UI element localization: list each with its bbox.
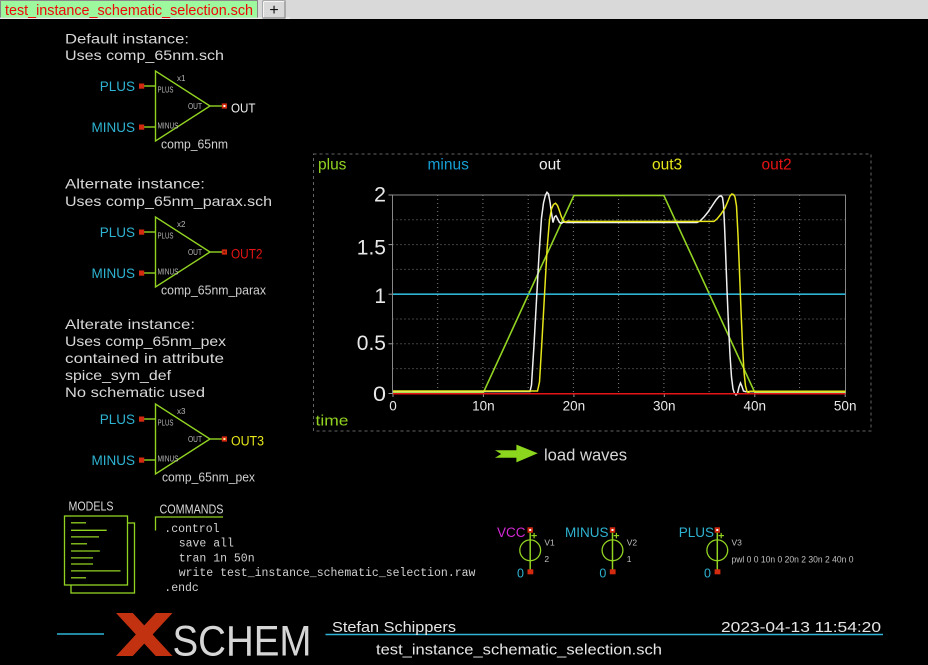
svg-text:MINUS: MINUS (158, 122, 179, 131)
svg-text:0: 0 (389, 399, 397, 414)
svg-text:SCHEM: SCHEM (173, 619, 312, 665)
svg-text:50n: 50n (834, 399, 857, 414)
svg-text:40n: 40n (744, 399, 767, 414)
svg-text:VCC: VCC (497, 525, 526, 540)
svg-text:1: 1 (374, 285, 386, 308)
svg-text:pwl 0 0 10n 0 20n 2 30n 2 40n: pwl 0 0 10n 0 20n 2 30n 2 40n 0 (732, 555, 854, 565)
svg-text:2: 2 (374, 184, 386, 207)
svg-text:0: 0 (599, 567, 606, 581)
svg-text:OUT: OUT (188, 435, 202, 444)
svg-text:write test_instance_schematic_: write test_instance_schematic_selection.… (179, 567, 476, 580)
svg-text:V3: V3 (732, 537, 743, 547)
svg-text:.endc: .endc (164, 582, 199, 595)
svg-text:20n: 20n (563, 399, 586, 414)
svg-text:contained in attribute: contained in attribute (65, 350, 224, 366)
svg-text:out2: out2 (762, 157, 792, 174)
svg-text:1: 1 (627, 554, 632, 564)
svg-text:Alterate instance:: Alterate instance: (65, 316, 195, 332)
svg-text:2: 2 (544, 554, 549, 564)
svg-text:time: time (316, 413, 349, 430)
svg-text:load waves: load waves (544, 446, 627, 465)
svg-text:out: out (539, 157, 561, 174)
svg-text:out3: out3 (652, 157, 682, 174)
svg-text:test_instance_schematic_select: test_instance_schematic_selection.sch (5, 2, 253, 19)
svg-text:Alternate instance:: Alternate instance: (65, 176, 205, 192)
svg-text:10n: 10n (472, 399, 495, 414)
svg-text:Stefan Schippers: Stefan Schippers (332, 619, 456, 636)
svg-text:PLUS: PLUS (100, 412, 135, 427)
svg-text:MINUS: MINUS (92, 120, 136, 135)
svg-text:30n: 30n (653, 399, 676, 414)
svg-text:MINUS: MINUS (565, 525, 609, 540)
svg-text:PLUS: PLUS (158, 232, 174, 241)
svg-text:Default instance:: Default instance: (65, 31, 189, 47)
svg-text:OUT: OUT (231, 102, 256, 116)
svg-text:plus: plus (318, 157, 347, 174)
svg-text:PLUS: PLUS (100, 225, 135, 240)
svg-text:0: 0 (373, 383, 386, 406)
svg-text:comp_65nm: comp_65nm (161, 137, 228, 152)
svg-text:save all: save all (179, 538, 234, 551)
svg-text:+: + (269, 2, 278, 19)
svg-text:OUT: OUT (188, 102, 202, 111)
svg-text:x2: x2 (177, 220, 186, 229)
svg-text:OUT3: OUT3 (231, 434, 264, 449)
svg-text:comp_65nm_parax: comp_65nm_parax (161, 283, 266, 298)
svg-text:test_instance_schematic_select: test_instance_schematic_selection.sch (376, 642, 662, 659)
svg-text:Uses comp_65nm_pex: Uses comp_65nm_pex (65, 333, 226, 349)
svg-text:COMMANDS: COMMANDS (160, 503, 224, 517)
svg-text:spice_sym_def: spice_sym_def (65, 367, 171, 383)
svg-text:No schematic used: No schematic used (65, 384, 205, 400)
svg-text:0: 0 (517, 567, 524, 581)
svg-text:1.5: 1.5 (357, 237, 386, 260)
svg-text:0: 0 (704, 567, 711, 581)
svg-text:PLUS: PLUS (100, 79, 135, 94)
svg-text:MODELS: MODELS (69, 500, 114, 514)
svg-text:0.5: 0.5 (357, 332, 386, 355)
svg-text:MINUS: MINUS (158, 268, 179, 277)
svg-text:minus: minus (428, 157, 470, 174)
svg-text:PLUS: PLUS (679, 525, 714, 540)
svg-text:Uses comp_65nm_parax.sch: Uses comp_65nm_parax.sch (65, 193, 272, 209)
svg-text:Uses comp_65nm.sch: Uses comp_65nm.sch (65, 47, 224, 63)
svg-text:MINUS: MINUS (92, 266, 136, 281)
svg-text:x1: x1 (177, 74, 186, 83)
svg-text:V2: V2 (627, 537, 638, 547)
svg-text:2023-04-13 11:54:20: 2023-04-13 11:54:20 (721, 619, 881, 636)
svg-text:x3: x3 (177, 407, 186, 416)
svg-text:PLUS: PLUS (158, 419, 174, 428)
svg-text:.control: .control (164, 523, 219, 536)
svg-text:MINUS: MINUS (92, 453, 136, 468)
svg-text:PLUS: PLUS (158, 86, 174, 95)
svg-text:comp_65nm_pex: comp_65nm_pex (162, 470, 255, 485)
svg-text:OUT: OUT (188, 248, 202, 257)
svg-text:MINUS: MINUS (158, 455, 179, 464)
svg-text:V1: V1 (544, 537, 555, 547)
svg-text:tran 1n 50n: tran 1n 50n (179, 552, 255, 565)
svg-text:OUT2: OUT2 (231, 247, 263, 262)
